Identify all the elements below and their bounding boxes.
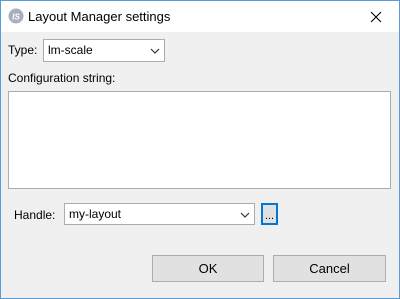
dialog-window: IS Layout Manager settings Type: lm-scal… xyxy=(0,0,400,299)
cancel-button[interactable]: Cancel xyxy=(273,255,386,282)
browse-button[interactable]: ... xyxy=(261,203,278,225)
handle-combobox[interactable]: my-layout xyxy=(64,203,255,225)
type-dropdown[interactable]: lm-scale xyxy=(43,39,165,62)
handle-label: Handle: xyxy=(14,208,56,222)
chevron-down-icon xyxy=(150,45,160,55)
type-label: Type: xyxy=(8,43,38,57)
config-string-label: Configuration string: xyxy=(8,71,116,85)
window-title: Layout Manager settings xyxy=(28,9,171,24)
svg-text:IS: IS xyxy=(12,13,20,22)
chevron-down-icon[interactable] xyxy=(240,209,250,219)
handle-combobox-value: my-layout xyxy=(69,207,122,221)
ok-button[interactable]: OK xyxy=(152,255,264,282)
title-bar[interactable]: IS Layout Manager settings xyxy=(1,1,399,32)
close-icon xyxy=(370,11,382,22)
is-logo-icon: IS xyxy=(8,8,24,24)
config-string-input[interactable] xyxy=(8,91,391,189)
type-dropdown-value: lm-scale xyxy=(48,43,93,57)
close-button[interactable] xyxy=(353,1,399,32)
dialog-content: Type: lm-scale Configuration string: Han… xyxy=(1,32,399,298)
